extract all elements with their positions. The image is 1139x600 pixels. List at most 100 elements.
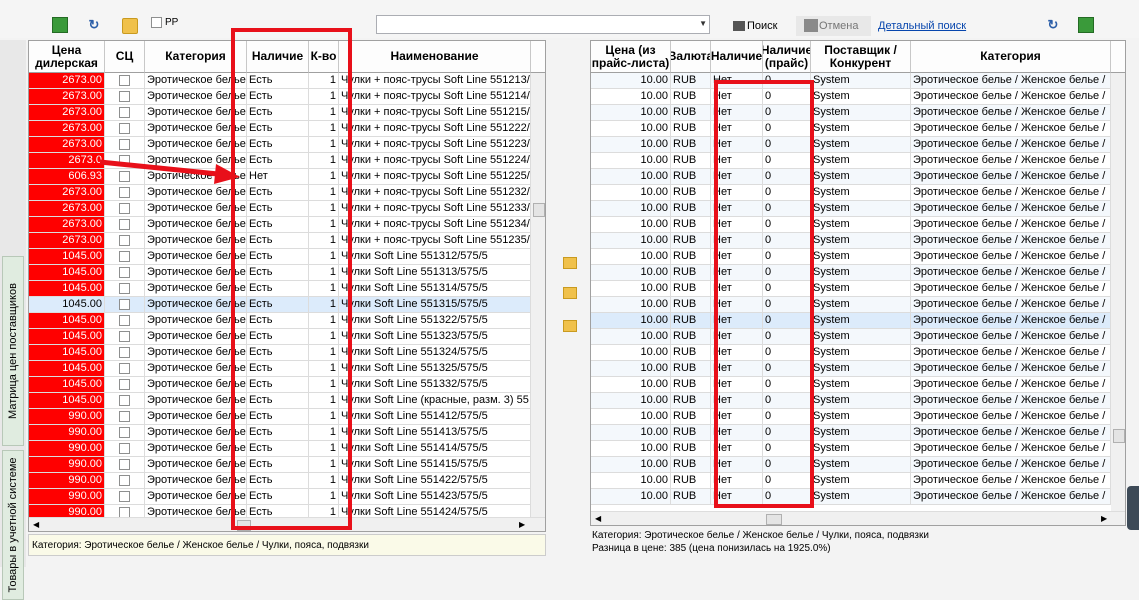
col-header-dealer-price[interactable]: Цена дилерская (29, 41, 105, 73)
tab-price-matrix[interactable]: Матрица цен поставщиков (2, 256, 24, 446)
sc-checkbox[interactable] (119, 363, 130, 374)
left-vscroll-thumb[interactable] (533, 203, 545, 217)
sc-checkbox[interactable] (119, 251, 130, 262)
table-row[interactable]: 10.00 RUB Нет 0 System Эротическое белье / Же… (591, 233, 1111, 249)
scroll-left-arrow-icon[interactable]: ◀ (595, 514, 601, 523)
sc-checkbox[interactable] (119, 203, 130, 214)
name-cell: Чулки Soft Line 551423/575/5 (339, 489, 531, 505)
table-row[interactable]: 10.00 RUB Нет 0 System Эротическое белье / Же… (591, 425, 1111, 441)
currency-cell: RUB (671, 473, 711, 489)
match-icon[interactable] (563, 320, 577, 332)
col-header-category[interactable]: Категория (911, 41, 1111, 73)
table-row[interactable]: 10.00 RUB Нет 0 System Эротическое белье / Же… (591, 89, 1111, 105)
table-row[interactable]: 10.00 RUB Нет 0 System Эротическое белье / Же… (591, 313, 1111, 329)
table-row[interactable]: 10.00 RUB Нет 0 System Эротическое белье / Же… (591, 473, 1111, 489)
table-row[interactable]: 10.00 RUB Нет 0 System Эротическое белье / Же… (591, 393, 1111, 409)
pp-checkbox[interactable] (151, 17, 162, 28)
export-icon[interactable] (52, 17, 68, 33)
table-row[interactable]: 10.00 RUB Нет 0 System Эротическое белье / Же… (591, 361, 1111, 377)
price-cell: 10.00 (591, 473, 671, 489)
sc-checkbox[interactable] (119, 235, 130, 246)
refresh-icon[interactable]: ↻ (86, 17, 102, 33)
search-input[interactable]: ▼ (376, 15, 710, 34)
col-header-currency[interactable]: Валюта (671, 41, 711, 73)
price-cell: 990.00 (29, 473, 105, 489)
table-row[interactable]: 10.00 RUB Нет 0 System Эротическое белье / Же… (591, 441, 1111, 457)
table-row[interactable]: 10.00 RUB Нет 0 System Эротическое белье / Же… (591, 201, 1111, 217)
sc-checkbox[interactable] (119, 107, 130, 118)
left-vertical-scrollbar[interactable] (531, 73, 545, 517)
name-cell: Чулки + пояс-трусы Soft Line 551232/ (339, 185, 531, 201)
sc-checkbox[interactable] (119, 347, 130, 358)
col-header-supplier[interactable]: Поставщик / Конкурент (811, 41, 911, 73)
sc-checkbox[interactable] (119, 139, 130, 150)
table-row[interactable]: 10.00 RUB Нет 0 System Эротическое белье / Же… (591, 345, 1111, 361)
tab-accounting-goods[interactable]: Товары в учетной системе (2, 450, 24, 600)
table-row[interactable]: 10.00 RUB Нет 0 System Эротическое белье / Же… (591, 489, 1111, 505)
table-row[interactable]: 10.00 RUB Нет 0 System Эротическое белье / Же… (591, 249, 1111, 265)
table-row[interactable]: 10.00 RUB Нет 0 System Эротическое белье / Же… (591, 185, 1111, 201)
chevron-down-icon[interactable]: ▼ (699, 19, 707, 28)
sc-checkbox[interactable] (119, 75, 130, 86)
scroll-left-arrow-icon[interactable]: ◀ (33, 520, 39, 529)
col-header-sc[interactable]: СЦ (105, 41, 145, 73)
price-cell: 2673.00 (29, 121, 105, 137)
sc-checkbox[interactable] (119, 267, 130, 278)
import-icon[interactable] (1078, 17, 1094, 33)
table-row[interactable]: 10.00 RUB Нет 0 System Эротическое белье / Же… (591, 457, 1111, 473)
table-row[interactable]: 10.00 RUB Нет 0 System Эротическое белье / Же… (591, 153, 1111, 169)
col-header-availability-pricelist[interactable]: Наличие (прайс) (763, 41, 811, 73)
sc-checkbox[interactable] (119, 427, 130, 438)
sc-checkbox[interactable] (119, 91, 130, 102)
table-row[interactable]: 10.00 RUB Нет 0 System Эротическое белье / Же… (591, 105, 1111, 121)
table-row[interactable]: 10.00 RUB Нет 0 System Эротическое белье / Же… (591, 169, 1111, 185)
sc-checkbox[interactable] (119, 283, 130, 294)
sc-checkbox[interactable] (119, 123, 130, 134)
refresh-right-icon[interactable]: ↻ (1045, 17, 1061, 33)
table-row[interactable]: 10.00 RUB Нет 0 System Эротическое белье / Же… (591, 137, 1111, 153)
sc-checkbox[interactable] (119, 219, 130, 230)
sc-checkbox[interactable] (119, 491, 130, 502)
sc-checkbox[interactable] (119, 315, 130, 326)
sc-checkbox[interactable] (119, 459, 130, 470)
sc-checkbox[interactable] (119, 379, 130, 390)
right-vscroll-thumb[interactable] (1113, 429, 1125, 443)
sc-checkbox[interactable] (119, 411, 130, 422)
currency-cell: RUB (671, 137, 711, 153)
table-row[interactable]: 10.00 RUB Нет 0 System Эротическое белье / Же… (591, 281, 1111, 297)
right-vertical-scrollbar[interactable] (1111, 73, 1125, 511)
table-row[interactable]: 10.00 RUB Нет 0 System Эротическое белье / Же… (591, 73, 1111, 89)
link-icon[interactable] (563, 257, 577, 269)
cancel-button[interactable]: Отмена (796, 16, 871, 36)
currency-cell: RUB (671, 249, 711, 265)
tab-accounting-goods-label: Товары в учетной системе (7, 457, 19, 593)
search-button[interactable]: Поиск (747, 20, 777, 32)
cancel-icon (804, 19, 818, 32)
sc-checkbox[interactable] (119, 395, 130, 406)
table-row[interactable]: 10.00 RUB Нет 0 System Эротическое белье / Же… (591, 121, 1111, 137)
folder-icon[interactable] (122, 18, 138, 34)
col-header-pricelist-price[interactable]: Цена (из прайс-листа) (591, 41, 671, 73)
scroll-right-arrow-icon[interactable]: ▶ (519, 520, 525, 529)
price-cell: 1045.00 (29, 377, 105, 393)
right-horizontal-scrollbar[interactable]: ◀ ▶ (591, 511, 1125, 525)
table-row[interactable]: 10.00 RUB Нет 0 System Эротическое белье / Же… (591, 329, 1111, 345)
table-row[interactable]: 10.00 RUB Нет 0 System Эротическое белье / Же… (591, 297, 1111, 313)
side-panel-toggle[interactable] (1127, 486, 1139, 530)
col-header-name[interactable]: Наименование (339, 41, 531, 73)
table-row[interactable]: 10.00 RUB Нет 0 System Эротическое белье / Же… (591, 377, 1111, 393)
col-header-availability[interactable]: Наличие (711, 41, 763, 73)
sc-checkbox[interactable] (119, 299, 130, 310)
table-row[interactable]: 10.00 RUB Нет 0 System Эротическое белье / Же… (591, 265, 1111, 281)
scroll-right-arrow-icon[interactable]: ▶ (1101, 514, 1107, 523)
unlink-icon[interactable] (563, 287, 577, 299)
right-hscroll-thumb[interactable] (766, 514, 782, 525)
detailed-search-link[interactable]: Детальный поиск (878, 20, 966, 32)
sc-checkbox[interactable] (119, 443, 130, 454)
sc-checkbox[interactable] (119, 331, 130, 342)
sc-checkbox[interactable] (119, 475, 130, 486)
table-row[interactable]: 10.00 RUB Нет 0 System Эротическое белье / Же… (591, 409, 1111, 425)
table-row[interactable]: 10.00 RUB Нет 0 System Эротическое белье / Же… (591, 217, 1111, 233)
supplier-cell: System (811, 153, 911, 169)
cat-cell: Эротическое белье / Женское белье / (911, 233, 1111, 249)
